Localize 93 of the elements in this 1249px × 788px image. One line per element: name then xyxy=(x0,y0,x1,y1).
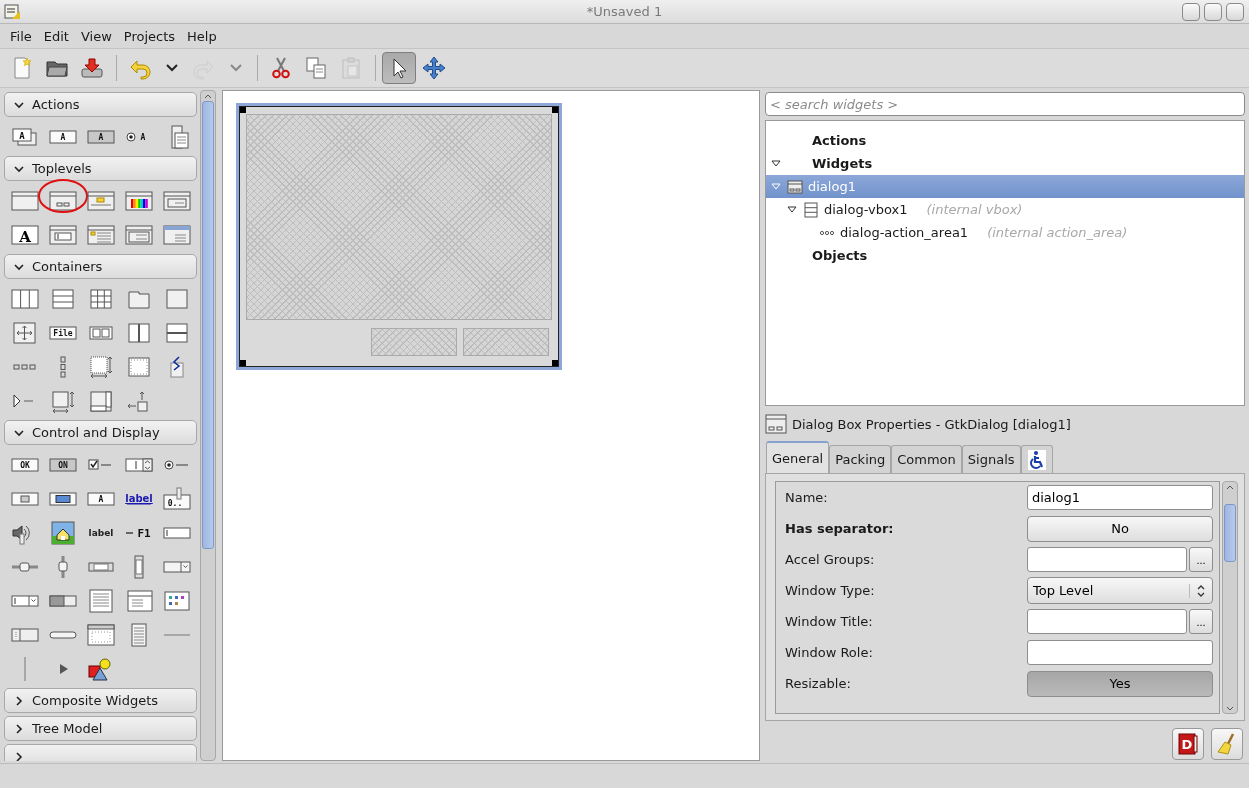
calendar-icon[interactable] xyxy=(85,623,117,647)
scrollbar-thumb[interactable] xyxy=(1224,504,1236,562)
properties-title: Dialog Box Properties - GtkDialog [dialog1] xyxy=(792,416,1071,432)
text-field[interactable] xyxy=(1027,640,1213,665)
tab[interactable]: Packing xyxy=(829,445,892,473)
tree-row[interactable]: Actions xyxy=(766,129,1244,152)
chevron-down-icon xyxy=(166,64,178,72)
property-label: Window Type: xyxy=(785,583,876,598)
maximize-button[interactable] xyxy=(1204,2,1222,21)
icon-grid-icon[interactable] xyxy=(161,589,193,613)
dropdown[interactable]: Top Level xyxy=(1027,577,1213,604)
tree-note: (internal vbox) xyxy=(926,202,1023,217)
text-field[interactable] xyxy=(1027,609,1187,634)
menu-item[interactable]: File xyxy=(4,28,38,44)
toggle-button[interactable]: No xyxy=(1027,515,1213,542)
tab[interactable]: Common xyxy=(891,445,962,473)
property-label: Window Title: xyxy=(785,614,874,629)
pointer-button[interactable] xyxy=(382,52,416,84)
chevron-right-icon xyxy=(14,695,24,706)
chevron-down-icon xyxy=(14,261,24,272)
move-arrows-icon xyxy=(422,56,446,80)
resize-handle[interactable] xyxy=(552,107,558,113)
close-button[interactable] xyxy=(1226,2,1244,21)
chevron-down-icon xyxy=(14,99,24,110)
tree-row[interactable]: Widgets xyxy=(766,152,1244,175)
app-icon xyxy=(3,2,21,21)
tab[interactable]: General xyxy=(766,441,830,473)
palette-group-header[interactable]: Containers xyxy=(4,254,197,279)
scissors-icon xyxy=(269,56,293,80)
accessibility-tab[interactable] xyxy=(1020,445,1053,473)
form-window-icon[interactable] xyxy=(161,189,193,213)
chevron-right-icon xyxy=(14,751,24,761)
palette-group-header[interactable]: Control and Display xyxy=(4,420,197,445)
text-field[interactable] xyxy=(1027,547,1187,572)
accessibility-icon xyxy=(1026,448,1047,471)
window-title: *Unsaved 1 xyxy=(586,4,663,19)
about-window-icon[interactable] xyxy=(85,189,117,213)
save-icon xyxy=(80,56,104,80)
entry-window-icon[interactable] xyxy=(47,223,79,247)
toggle-button[interactable]: Yes xyxy=(1027,670,1213,697)
tree-row[interactable]: dialog-action_area1 (internal action_area) xyxy=(766,221,1244,244)
window-icon[interactable] xyxy=(9,189,41,213)
chevron-right-icon xyxy=(14,723,24,734)
highlight-circle xyxy=(37,178,89,214)
property-label: Accel Groups: xyxy=(785,552,876,567)
palette-group-header[interactable]: Toplevels xyxy=(4,156,197,181)
dialog-icon[interactable] xyxy=(47,189,79,213)
tree-row[interactable]: dialog-vbox1 (internal vbox) xyxy=(766,198,1244,221)
copy-icon xyxy=(304,56,328,80)
chevron-down-icon xyxy=(14,427,24,438)
property-label: Name: xyxy=(785,490,829,505)
browse-button[interactable]: ... xyxy=(1189,547,1213,572)
resize-handle[interactable] xyxy=(240,360,246,366)
message-window-icon[interactable] xyxy=(85,223,117,247)
scrollbar-thumb[interactable] xyxy=(202,101,214,549)
palette-group-header[interactable]: Composite Widgets xyxy=(4,688,197,713)
expanded-triangle-icon[interactable] xyxy=(771,158,781,169)
palette-group-header[interactable]: Tree Model xyxy=(4,716,197,741)
menu-item[interactable]: Help xyxy=(181,28,223,44)
label-icon[interactable]: label xyxy=(85,521,117,545)
tree-note: (internal action_area) xyxy=(987,225,1128,240)
dialog-icon xyxy=(787,178,803,195)
dots-icon xyxy=(819,229,835,236)
resize-handle[interactable] xyxy=(552,360,558,366)
chevron-down-icon xyxy=(14,163,24,174)
dialog-preview[interactable] xyxy=(236,103,562,370)
font-window-icon[interactable]: A xyxy=(9,223,41,247)
palette-group-header[interactable]: Actions xyxy=(4,92,197,117)
dialog-icon xyxy=(765,414,787,434)
chevron-down-icon xyxy=(230,64,242,72)
color-window-icon[interactable] xyxy=(123,189,155,213)
text-field[interactable]: dialog1 xyxy=(1027,485,1213,510)
menu-item[interactable]: Projects xyxy=(117,28,182,44)
columns-icon[interactable] xyxy=(9,287,41,311)
browse-button[interactable]: ... xyxy=(1189,609,1213,634)
menu-item[interactable]: Edit xyxy=(37,28,75,44)
resize-handle[interactable] xyxy=(240,107,246,113)
clipboard-icon xyxy=(339,56,363,80)
tab[interactable]: Signals xyxy=(961,445,1021,473)
menu-item[interactable]: View xyxy=(74,28,118,44)
property-label: Resizable: xyxy=(785,676,852,691)
expanded-triangle-icon[interactable] xyxy=(787,204,797,215)
palette-scrollbar[interactable] xyxy=(200,90,216,761)
search-field[interactable]: < search widgets > xyxy=(765,92,1245,116)
property-label: Has separator: xyxy=(785,521,895,536)
assistant-window-icon[interactable] xyxy=(161,223,193,247)
up-down-arrows-icon xyxy=(1196,583,1206,598)
list-window-icon[interactable] xyxy=(123,223,155,247)
clear-button[interactable] xyxy=(1211,728,1243,760)
minimize-button[interactable] xyxy=(1182,2,1200,21)
property-label: Window Role: xyxy=(785,645,874,660)
tree-row[interactable]: Objects xyxy=(766,244,1244,267)
rows-icon xyxy=(803,201,819,218)
